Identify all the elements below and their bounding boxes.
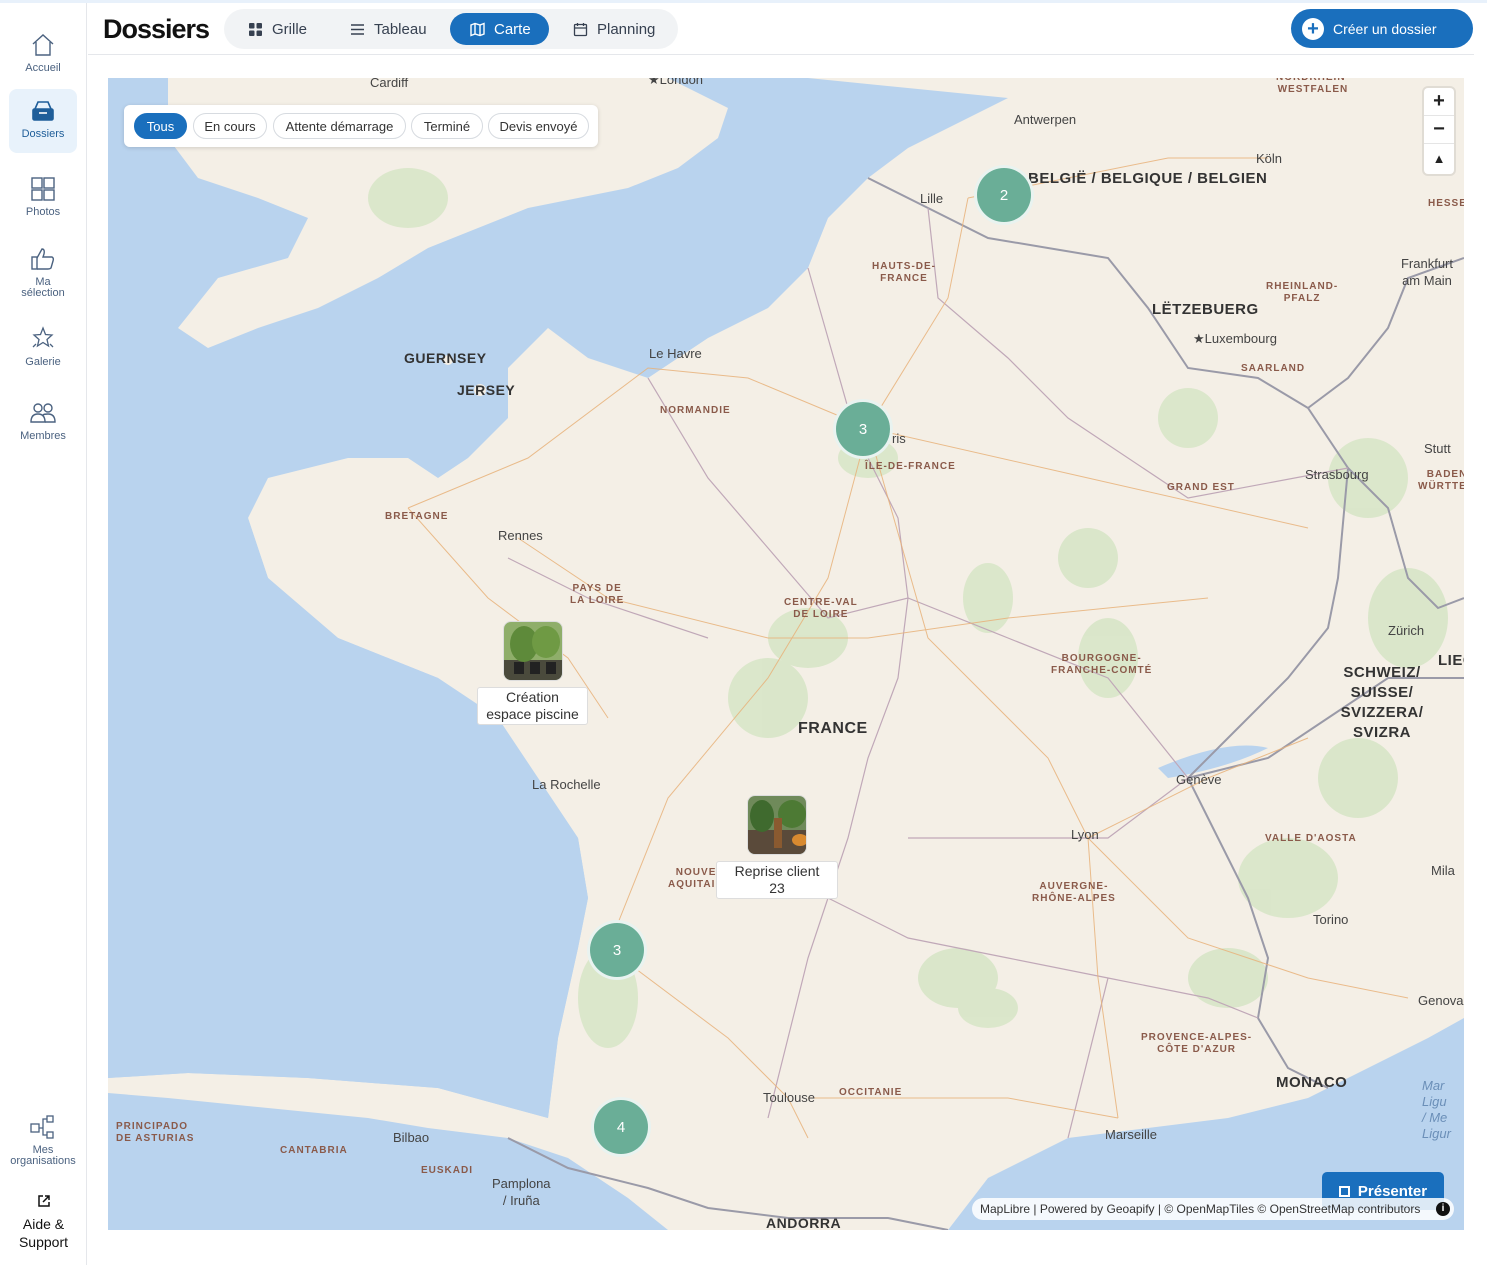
tab-label: Tableau <box>374 20 427 38</box>
tab-carte[interactable]: Carte <box>450 13 549 45</box>
fullscreen-icon <box>1338 1185 1350 1197</box>
map-basemap <box>108 78 1464 1230</box>
sidebar-item-label: Photos <box>25 206 61 218</box>
create-dossier-button[interactable]: + Créer un dossier <box>1291 9 1473 48</box>
sidebar-item-label: Ma sélection <box>21 276 65 299</box>
stars-icon <box>32 326 54 348</box>
sidebar-item-label: Accueil <box>25 62 61 74</box>
filter-termine[interactable]: Terminé <box>411 113 483 139</box>
sidebar-item-photos[interactable]: Photos <box>9 167 77 225</box>
grid-icon <box>249 22 262 36</box>
attribution-text: MapLibre | Powered by Geoapify | © OpenM… <box>980 1202 1421 1216</box>
calendar-icon <box>573 22 588 36</box>
sidebar-item-label: Mes organisations <box>10 1144 76 1167</box>
dossier-thumbnail <box>747 795 807 855</box>
tab-label: Grille <box>272 20 308 38</box>
page-title: Dossiers <box>103 14 210 44</box>
tab-label: Planning <box>597 20 656 38</box>
page-header: Dossiers Grille Tableau Carte Planning +… <box>88 3 1474 55</box>
info-icon[interactable]: i <box>1436 1202 1450 1216</box>
zoom-controls: + − ▲ <box>1424 88 1454 174</box>
organization-icon <box>30 1115 54 1139</box>
view-switcher: Grille Tableau Carte Planning <box>224 9 678 49</box>
sidebar-item-ma-selection[interactable]: Ma sélection <box>9 237 77 303</box>
sidebar-item-dossiers[interactable]: Dossiers <box>9 89 77 153</box>
present-label: Présenter <box>1357 1182 1428 1200</box>
plus-circle-icon: + <box>1302 17 1324 40</box>
help-support-label: Aide & Support <box>18 1216 69 1250</box>
filter-devis-envoye[interactable]: Devis envoyé <box>488 113 589 139</box>
map-cluster[interactable]: 3 <box>587 920 647 980</box>
garden-photo <box>748 796 806 854</box>
grid-icon <box>31 177 55 201</box>
map-view[interactable]: Cardiff ★London NORDRHEIN-WESTFALEN Antw… <box>108 78 1464 1230</box>
sidebar-item-label: Galerie <box>25 356 61 368</box>
external-link-icon <box>37 1195 50 1207</box>
list-icon <box>351 23 364 35</box>
create-dossier-label: Créer un dossier <box>1333 20 1437 37</box>
sidebar-item-label: Dossiers <box>21 128 65 140</box>
users-icon <box>30 403 56 423</box>
dossier-pin-label: Reprise client 23 <box>716 861 838 899</box>
sidebar-item-label: Membres <box>20 430 66 442</box>
sidebar-item-accueil[interactable]: Accueil <box>9 23 77 81</box>
status-filter-bar: Tous En cours Attente démarrage Terminé … <box>124 105 598 147</box>
tab-label: Carte <box>494 20 531 38</box>
compass-button[interactable]: ▲ <box>1424 144 1454 172</box>
tab-grille[interactable]: Grille <box>248 13 328 45</box>
dossier-pin-label: Création espace piscine <box>477 687 588 725</box>
map-cluster[interactable]: 4 <box>591 1097 651 1157</box>
map-cluster[interactable]: 2 <box>974 165 1034 225</box>
sidebar-item-mes-organisations[interactable]: Mes organisations <box>4 1105 82 1167</box>
filter-attente-demarrage[interactable]: Attente démarrage <box>273 113 406 139</box>
tab-planning[interactable]: Planning <box>573 13 663 45</box>
thumbs-up-icon <box>31 248 55 270</box>
map-pin-dossier[interactable]: Reprise client 23 <box>716 795 838 899</box>
sidebar: Accueil Dossiers Photos Ma sélection Gal… <box>0 3 87 1265</box>
map-attribution: MapLibre | Powered by Geoapify | © OpenM… <box>972 1198 1454 1220</box>
map-cluster[interactable]: 3 <box>833 399 893 459</box>
help-support-link[interactable]: Aide & Support <box>0 1193 87 1251</box>
map-icon <box>470 21 485 37</box>
map-pin-dossier[interactable]: Création espace piscine <box>477 621 588 725</box>
home-icon <box>32 34 54 56</box>
tab-tableau[interactable]: Tableau <box>350 13 440 45</box>
zoom-in-button[interactable]: + <box>1424 88 1454 116</box>
zoom-out-button[interactable]: − <box>1424 116 1454 144</box>
filter-tous[interactable]: Tous <box>134 113 187 139</box>
sidebar-item-galerie[interactable]: Galerie <box>9 317 77 375</box>
filter-en-cours[interactable]: En cours <box>193 113 267 139</box>
dossier-thumbnail <box>502 621 563 681</box>
plants-photo <box>503 622 562 680</box>
sidebar-item-membres[interactable]: Membres <box>9 391 77 449</box>
folder-inbox-icon <box>32 101 54 121</box>
